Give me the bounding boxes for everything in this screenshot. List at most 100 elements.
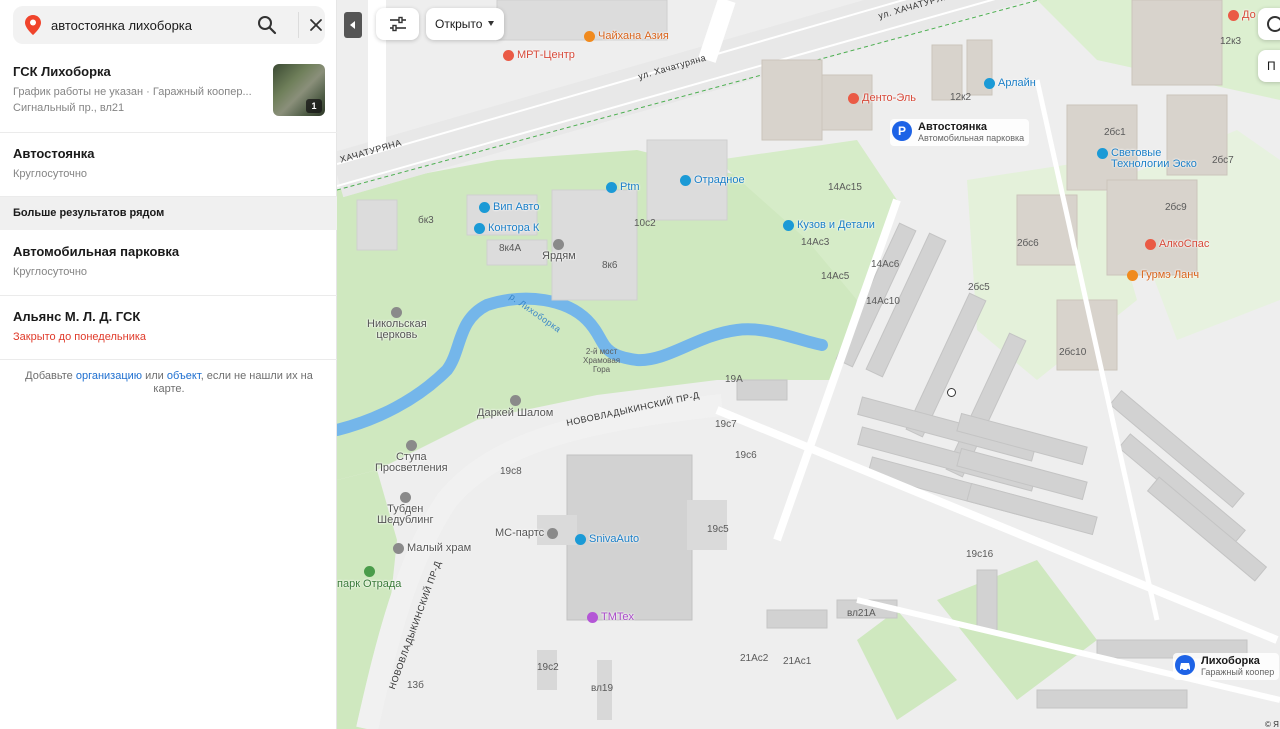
poi-arlain[interactable]: Арлайн — [984, 77, 1036, 89]
likhoborka-pin[interactable]: Лихоборка Гаражный коопер — [1173, 653, 1280, 680]
result-schedule: Круглосуточно — [13, 266, 88, 278]
landmark-darkey-shalom[interactable]: Даркей Шалом — [477, 395, 553, 419]
poi-alkospas[interactable]: АлкоСпас — [1145, 238, 1209, 250]
result-title[interactable]: ГСК Лихоборка — [13, 64, 111, 79]
shop-icon — [587, 611, 598, 623]
likhoborka-pin-text: Лихоборка Гаражный коопер — [1201, 655, 1274, 678]
add-note-text: или — [142, 370, 167, 382]
house-number: 8к6 — [602, 260, 618, 271]
poi-label: TMTex — [601, 611, 634, 623]
close-icon[interactable] — [306, 15, 326, 35]
landmark-park-otrada[interactable]: парк Отрада — [337, 566, 401, 590]
house-number: 8к4А — [499, 243, 522, 254]
filter-settings-button[interactable] — [376, 8, 419, 40]
poi-ptm[interactable]: Ptm — [606, 181, 640, 193]
landmark-label: Малый храм — [407, 542, 472, 554]
search-box — [13, 6, 325, 44]
landmark-bridge: 2-й мост Храмовая Гора — [583, 347, 621, 374]
parking-pin[interactable]: P Автостоянка Автомобильная парковка — [890, 119, 1030, 146]
result-address: Сигнальный пр., вл21 — [13, 102, 125, 114]
poi-label: Отрадное — [694, 174, 745, 186]
poi-label: Световые Технологии Эско — [1111, 147, 1197, 170]
photo-count-badge: 1 — [306, 99, 322, 113]
map-side-panel-button[interactable]: П — [1258, 50, 1280, 82]
more-results-label: Больше результатов рядом — [13, 207, 165, 219]
result-title[interactable]: Автостоянка — [13, 146, 95, 161]
side-panel-label: П — [1267, 59, 1276, 73]
result-photo[interactable]: 1 — [273, 64, 325, 116]
result-item[interactable]: Автостоянка Круглосуточно — [0, 133, 337, 197]
poi-do[interactable]: До — [1228, 9, 1256, 21]
poi-chaikhana[interactable]: Чайхана Азия — [584, 30, 669, 42]
parking-pin-text: Автостоянка Автомобильная парковка — [918, 121, 1024, 144]
house-number: 19А — [725, 374, 743, 385]
result-title[interactable]: Альянс М. Л. Д. ГСК — [13, 309, 140, 324]
more-results-header: Больше результатов рядом — [0, 197, 337, 230]
house-number: 14Ас15 — [828, 182, 862, 193]
car-service-icon — [575, 533, 586, 545]
poi-mrt-center[interactable]: МРТ-Центр — [503, 49, 575, 61]
poi-vip-auto[interactable]: Вип Авто — [479, 201, 539, 213]
open-now-filter[interactable]: Открыто — [426, 8, 504, 40]
poi-gurme-lanch[interactable]: Гурмэ Ланч — [1127, 269, 1199, 281]
house-number: 21Ас1 — [783, 656, 812, 667]
location-marker-icon[interactable] — [947, 388, 956, 397]
medical-icon — [1145, 238, 1156, 250]
cafe-icon — [584, 30, 595, 42]
shop-icon — [1097, 148, 1108, 159]
poi-ms-parts[interactable]: МС-партс — [495, 527, 559, 539]
pin-subtitle: Гаражный коопер — [1201, 667, 1275, 677]
poi-dento-el[interactable]: Денто-Эль — [848, 92, 916, 104]
result-status-closed: Закрыто до понедельника — [13, 331, 147, 343]
temple-icon — [405, 440, 417, 451]
cafe-icon — [1127, 269, 1138, 281]
car-service-icon — [606, 181, 617, 193]
result-item[interactable]: Автомобильная парковка Круглосуточно — [0, 230, 337, 296]
gear-icon — [547, 527, 559, 539]
search-icon[interactable] — [256, 14, 278, 36]
house-number: 14Ас6 — [871, 259, 900, 270]
landmark-stupa[interactable]: Ступа Просветления — [375, 440, 448, 474]
filter-sliders-icon — [390, 16, 406, 32]
map-base-layer — [337, 0, 1280, 729]
house-number: 2бс10 — [1059, 347, 1087, 358]
car-service-icon — [783, 219, 794, 231]
search-input[interactable] — [51, 6, 251, 44]
house-number: 19с6 — [735, 450, 757, 461]
search-divider — [298, 12, 299, 38]
landmark-malyi-khram[interactable]: Малый храм — [393, 542, 471, 554]
poi-tmtex[interactable]: TMTex — [587, 611, 634, 623]
building-icon — [553, 239, 565, 250]
house-number: 12к3 — [1220, 36, 1242, 47]
map-canvas[interactable]: Открыто П ул. Хачатуряна ул. ХАЧАТУРЯНА … — [337, 0, 1280, 729]
poi-otradnoe[interactable]: Отрадное — [680, 174, 745, 186]
landmark-tubden[interactable]: Тубден Шедублинг — [377, 492, 433, 526]
poi-label: Чайхана Азия — [598, 30, 669, 42]
poi-snivaauto[interactable]: SnivaAuto — [575, 533, 639, 545]
result-item[interactable]: ГСК Лихоборка График работы не указан · … — [0, 50, 337, 133]
add-object-link[interactable]: объект — [167, 370, 201, 382]
pin-title: Лихоборка — [1201, 655, 1260, 667]
house-number: 12к2 — [950, 92, 972, 103]
poi-kuzov-detali[interactable]: Кузов и Детали — [783, 219, 875, 231]
temple-icon — [393, 542, 404, 554]
house-number: вл21А — [847, 608, 876, 619]
landmark-nikolskaya[interactable]: Никольская церковь — [367, 307, 427, 341]
poi-svetovye-tekhnologii[interactable]: Световые Технологии Эско — [1097, 148, 1197, 170]
add-place-note: Добавьте организацию или объект, если не… — [13, 370, 325, 396]
landmark-yardyam[interactable]: Ярдям — [542, 239, 576, 262]
poi-label: Контора К — [488, 222, 540, 234]
collapse-sidebar-button[interactable] — [344, 12, 362, 38]
poi-label: SnivaAuto — [589, 533, 640, 545]
poi-label: Гурмэ Ланч — [1141, 269, 1200, 281]
result-item[interactable]: Альянс М. Л. Д. ГСК Закрыто до понедельн… — [0, 296, 337, 360]
map-layers-button[interactable] — [1258, 8, 1280, 40]
poi-kontora-k[interactable]: Контора К — [474, 222, 539, 234]
house-number: 2бс1 — [1104, 127, 1126, 138]
copyright-label: © Я — [1265, 720, 1279, 729]
result-title[interactable]: Автомобильная парковка — [13, 244, 179, 259]
map-pin-icon — [25, 15, 41, 35]
house-number: 13б — [407, 680, 424, 691]
add-organization-link[interactable]: организацию — [76, 370, 142, 382]
temple-icon — [399, 492, 411, 503]
